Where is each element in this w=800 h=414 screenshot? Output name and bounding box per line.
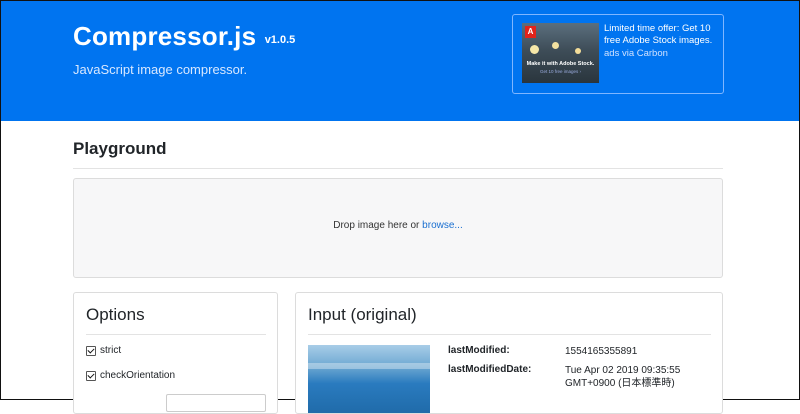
ad-image-cta-text: Make it with Adobe Stock. [526, 61, 595, 67]
version-badge: v1.0.5 [264, 34, 296, 46]
card-divider [86, 334, 266, 335]
option-label: strict [100, 345, 122, 356]
input-title: Input (original) [308, 305, 417, 324]
ad-image[interactable]: A Make it with Adobe Stock. Get 10 free … [522, 23, 599, 83]
browse-link[interactable]: browse... [422, 220, 463, 231]
ad-via-link[interactable]: ads via Carbon [604, 48, 716, 60]
check-orientation-checkbox[interactable] [86, 370, 96, 381]
input-card: Input (original) lastModified: 155416535… [295, 292, 723, 414]
last-modified-date-value: Tue Apr 02 2019 09:35:55 GMT+0900 (日本標準時… [565, 365, 681, 389]
lantern-icon [575, 48, 581, 54]
drop-instructions: Drop image here or browse... [74, 220, 722, 231]
lantern-icon [552, 42, 559, 49]
adobe-logo-icon: A [525, 26, 536, 38]
ad-link[interactable]: Limited time offer: Get 10 free Adobe St… [604, 23, 712, 46]
input-image-preview [308, 345, 430, 413]
playground-title: Playground [73, 139, 167, 158]
card-divider [308, 334, 711, 335]
brand: Compressor.js v1.0.5 JavaScript image co… [73, 21, 295, 77]
app-subtitle: JavaScript image compressor. [73, 62, 248, 77]
carbon-ad[interactable]: A Make it with Adobe Stock. Get 10 free … [512, 14, 724, 94]
lantern-icon [530, 45, 539, 54]
strict-checkbox[interactable] [86, 345, 96, 356]
option-strict[interactable]: strict [86, 345, 121, 356]
image-dropzone[interactable]: Drop image here or browse... [73, 178, 723, 278]
option-check-orientation[interactable]: checkOrientation [86, 370, 175, 381]
ad-image-cta-sub: Get 10 free images › [539, 69, 582, 74]
app-title: Compressor.js [73, 21, 257, 51]
ad-image-cta: Make it with Adobe Stock. Get 10 free im… [522, 61, 599, 75]
last-modified-label: lastModified: [448, 345, 510, 356]
option-input[interactable] [166, 394, 266, 412]
drop-text: Drop image here or [333, 220, 423, 231]
page-header: Compressor.js v1.0.5 JavaScript image co… [1, 1, 799, 121]
last-modified-value: 1554165355891 [565, 346, 638, 357]
options-card: Options strict checkOrientation [73, 292, 278, 414]
section-divider [73, 168, 723, 169]
last-modified-date-label: lastModifiedDate: [448, 364, 532, 375]
option-label: checkOrientation [100, 370, 176, 381]
options-title: Options [86, 305, 145, 324]
ad-text-block: Limited time offer: Get 10 free Adobe St… [604, 23, 716, 60]
